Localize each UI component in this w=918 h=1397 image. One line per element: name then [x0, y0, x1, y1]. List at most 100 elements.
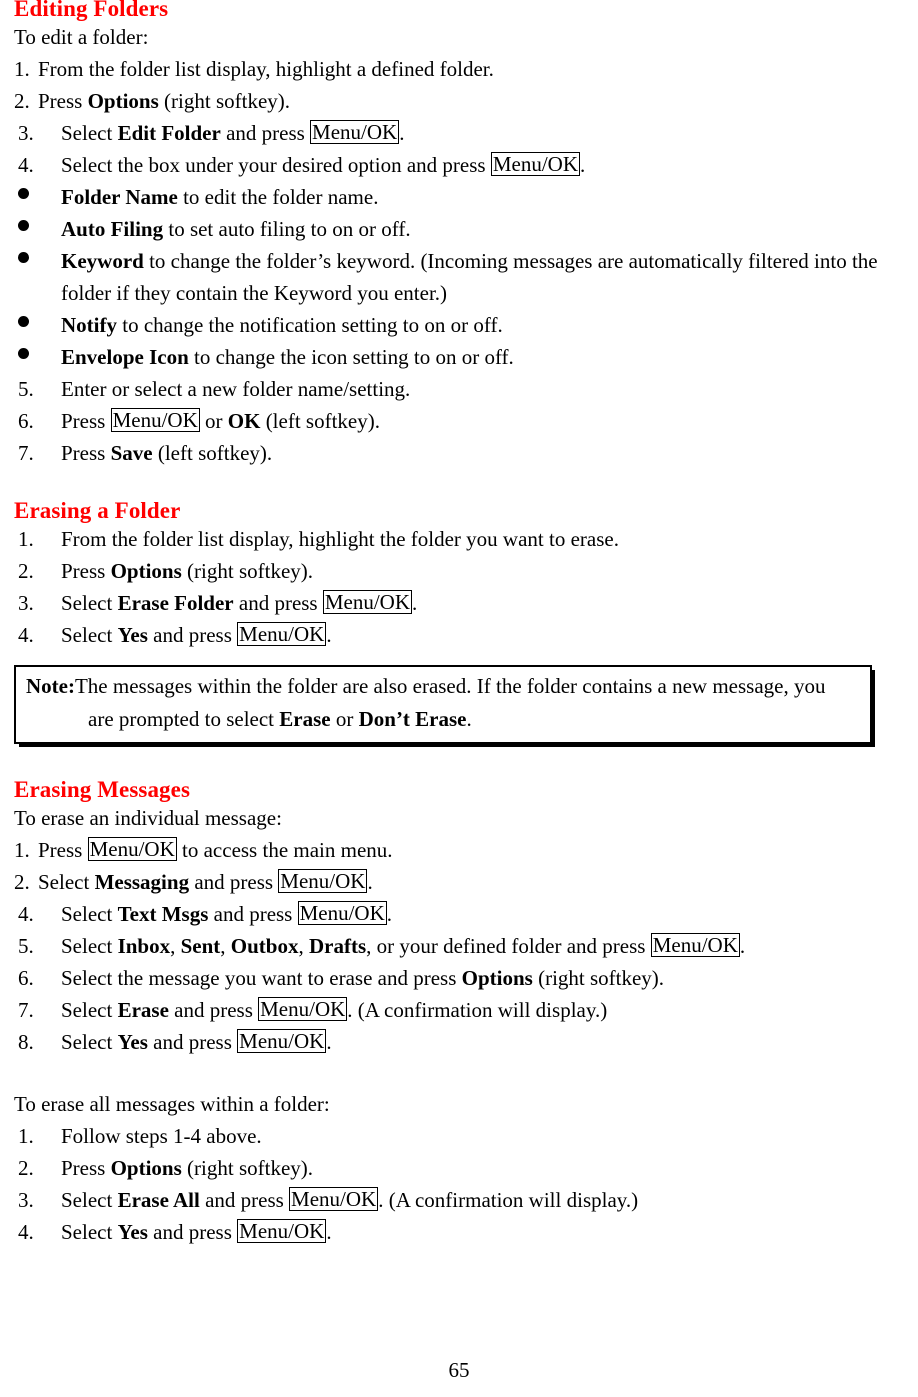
step-text: Select Messaging and press Menu/OK.: [38, 866, 896, 898]
step-text: Select Yes and press Menu/OK.: [61, 1026, 896, 1058]
erasing-folder-steps: 1. From the folder list display, highligh…: [14, 523, 896, 651]
text-run: . (A confirmation will display.): [378, 1188, 639, 1212]
text-run: Select: [61, 902, 118, 926]
text-run: Select: [38, 870, 95, 894]
bullet-dot-icon: [14, 341, 61, 373]
step-number: 4.: [18, 623, 34, 647]
step-text: Follow steps 1-4 above.: [61, 1120, 896, 1152]
numbered-step: 1. From the folder list display, highligh…: [14, 523, 896, 555]
bullet-dot-shape: [18, 220, 29, 231]
numbered-step: 2. Press Options (right softkey).: [14, 85, 896, 117]
step-text: Select Erase Folder and press Menu/OK.: [61, 587, 896, 619]
bullet-dot-shape: [18, 316, 29, 327]
numbered-step: 4. Select Yes and press Menu/OK.: [14, 619, 896, 651]
text-run: Press: [61, 441, 111, 465]
bold-term: Options: [110, 559, 182, 583]
numbered-step: 1. From the folder list display, highligh…: [14, 53, 896, 85]
bold-term: Yes: [117, 1220, 148, 1244]
key-label: Menu/OK: [650, 933, 740, 957]
text-run: and press: [220, 121, 311, 145]
bullet-dot-shape: [18, 252, 29, 263]
editing-folders-steps-5-7: 5. Enter or select a new folder name/sett…: [14, 373, 896, 469]
text-run: ,: [220, 934, 231, 958]
numbered-step: 3. Select Erase All and press Menu/OK. (A…: [14, 1184, 896, 1216]
text-run: Press: [38, 89, 88, 113]
text-run: Press: [38, 838, 88, 862]
step-number: 1.: [14, 57, 30, 81]
key-label: Menu/OK: [87, 837, 177, 861]
step-text: Select Yes and press Menu/OK.: [61, 1216, 896, 1248]
bold-term: Sent: [180, 934, 221, 958]
text-run: Select: [61, 1188, 118, 1212]
bold-term: Erase: [117, 998, 169, 1022]
text-run: Select the box under your desired option…: [61, 153, 491, 177]
step-text: Press Options (right softkey).: [61, 555, 896, 587]
text-run: .: [412, 591, 418, 615]
erase-all-steps: 1. Follow steps 1-4 above. 2. Press Options…: [14, 1120, 896, 1248]
numbered-step: 4. Select Yes and press Menu/OK.: [14, 1216, 896, 1248]
numbered-step: 3. Select Erase Folder and press Menu/OK.: [14, 587, 896, 619]
bullet-dot-icon: [14, 181, 61, 213]
step-text: Select Edit Folder and press Menu/OK.: [61, 117, 896, 149]
bold-term: Text Msgs: [117, 902, 209, 926]
bold-term: Options: [461, 966, 533, 990]
numbered-step: 7. Press Save (left softkey).: [14, 437, 896, 469]
bullet-text: Keyword to change the folder’s keyword. …: [61, 245, 896, 309]
bullet-dot-icon: [14, 309, 61, 341]
key-label: Menu/OK: [237, 1219, 327, 1243]
section-gap-1: [14, 469, 896, 499]
note-gap-top: [14, 651, 896, 665]
bold-term: Erase Folder: [117, 591, 234, 615]
editing-folders-bullets: Folder Name to edit the folder name. Auto…: [14, 181, 896, 373]
bullet-dot-shape: [18, 188, 29, 199]
numbered-step: 2. Press Options (right softkey).: [14, 555, 896, 587]
bold-term: Save: [110, 441, 153, 465]
text-run: Enter or select a new folder name/settin…: [61, 377, 411, 401]
step-text: Press Options (right softkey).: [61, 1152, 896, 1184]
text-run: Select the message you want to erase and…: [61, 966, 462, 990]
bullet-dot-icon: [14, 213, 61, 245]
text-run: Select: [61, 623, 118, 647]
bold-term: Drafts: [308, 934, 367, 958]
text-run: and press: [147, 1030, 238, 1054]
key-label: Menu/OK: [322, 590, 413, 614]
erasing-messages-steps-1-2: 1. Press Menu/OK to access the main menu.…: [14, 834, 896, 898]
section-intro-erase-all: To erase all messages within a folder:: [14, 1092, 330, 1116]
text-run: .: [399, 121, 405, 145]
key-label: Menu/OK: [110, 408, 200, 432]
text-run: .: [386, 902, 393, 926]
section-gap-3: [14, 1058, 896, 1088]
numbered-step: 5. Select Inbox, Sent, Outbox, Drafts, or…: [14, 930, 896, 962]
text-run: and press: [233, 591, 323, 615]
numbered-step: 4. Select Text Msgs and press Menu/OK.: [14, 898, 896, 930]
step-text: Select Erase All and press Menu/OK. (A c…: [61, 1184, 896, 1216]
bullet-text: Folder Name to edit the folder name.: [61, 181, 896, 213]
bold-term: Don’t Erase: [358, 707, 467, 731]
bold-term: Options: [110, 1156, 182, 1180]
text-run: (right softkey).: [532, 966, 665, 990]
bullet-item: Envelope Icon to change the icon setting…: [14, 341, 896, 373]
bullet-dot-icon: [14, 245, 61, 277]
step-text: Select Text Msgs and press Menu/OK.: [61, 898, 896, 930]
numbered-step: 6. Press Menu/OK or OK (left softkey).: [14, 405, 896, 437]
numbered-step: 7. Select Erase and press Menu/OK. (A con…: [14, 994, 896, 1026]
text-run: to edit the folder name.: [177, 185, 379, 209]
bold-term: Notify: [61, 313, 117, 337]
bullet-text: Envelope Icon to change the icon setting…: [61, 341, 896, 373]
step-text: Select the message you want to erase and…: [61, 962, 896, 994]
numbered-step: 2. Select Messaging and press Menu/OK.: [14, 866, 896, 898]
bullet-text: Notify to change the notification settin…: [61, 309, 896, 341]
numbered-step: 1. Follow steps 1-4 above.: [14, 1120, 896, 1152]
key-label: Menu/OK: [490, 152, 580, 176]
bold-term: Outbox: [230, 934, 299, 958]
step-number: 1.: [18, 527, 34, 551]
text-run: Select: [61, 591, 118, 615]
text-run: (right softkey).: [158, 89, 291, 113]
text-run: Select: [61, 1030, 118, 1054]
step-number: 5.: [18, 377, 34, 401]
text-run: ,: [170, 934, 181, 958]
text-run: , or your defined folder and press: [366, 934, 651, 958]
text-run: Select: [61, 1220, 118, 1244]
bold-term: OK: [227, 409, 261, 433]
bold-term: Options: [87, 89, 159, 113]
